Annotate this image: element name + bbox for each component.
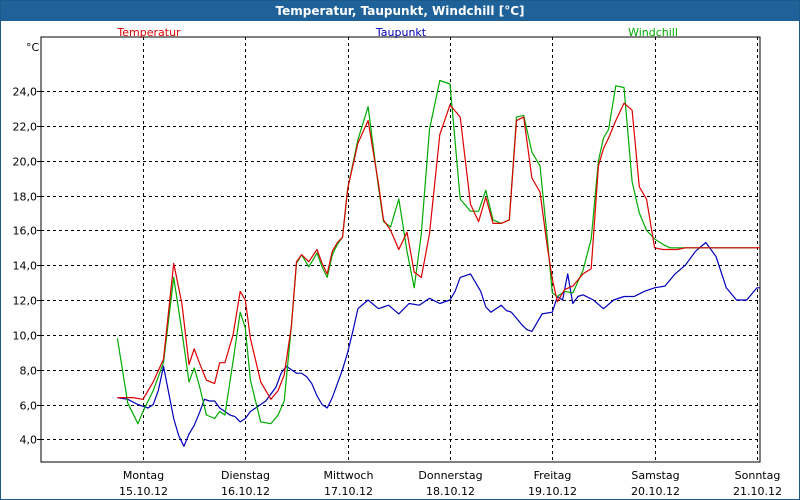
x-tick-date-label: 21.10.12	[733, 485, 782, 498]
y-tick-label: 22,0	[13, 121, 38, 134]
y-tick-label: 10,0	[13, 330, 38, 343]
x-tick-day-label: Montag	[123, 469, 164, 482]
series-line-taupunkt	[117, 241, 760, 447]
y-tick-label: 6,0	[20, 400, 38, 413]
x-tick-day-label: Mittwoch	[324, 469, 374, 482]
x-tick-date-label: 20.10.12	[631, 485, 680, 498]
y-tick-label: 14,0	[13, 260, 38, 273]
legend-temperatur: Temperatur	[116, 26, 181, 39]
x-tick-date-label: 18.10.12	[426, 485, 475, 498]
y-tick-label: 4,0	[20, 434, 38, 447]
x-tick-date-label: 15.10.12	[119, 485, 168, 498]
chart-canvas: 4,0 6,0 8,0 10,0 12,0 14,0 16,0 18,0 20,0 22,0 24,…	[13, 26, 782, 498]
y-tick-label: 18,0	[13, 191, 38, 204]
y-tick-label: 16,0	[13, 225, 38, 238]
y-tick-label: 12,0	[13, 295, 38, 308]
x-tick-day-label: Dienstag	[221, 469, 270, 482]
chart-window: Temperatur, Taupunkt, Windchill [°C] 4,0…	[0, 0, 800, 500]
x-tick-date-label: 19.10.12	[528, 485, 577, 498]
window-title: Temperatur, Taupunkt, Windchill [°C]	[1, 1, 799, 21]
x-tick-day-label: Freitag	[534, 469, 572, 482]
x-tick-day-label: Donnerstag	[418, 469, 482, 482]
x-tick-date-label: 17.10.12	[324, 485, 373, 498]
legend-taupunkt: Taupunkt	[375, 26, 427, 39]
series-line-temperatur	[117, 102, 760, 400]
y-tick-label: 20,0	[13, 156, 38, 169]
y-axis-unit-label: °C	[26, 41, 40, 54]
x-tick-date-label: 16.10.12	[221, 485, 270, 498]
series-line-windchill	[116, 79, 757, 425]
y-tick-label: 8,0	[20, 365, 38, 378]
y-tick-label: 24,0	[13, 86, 38, 99]
x-tick-day-label: Sonntag	[735, 469, 781, 482]
x-tick-day-label: Samstag	[631, 469, 679, 482]
legend-windchill: Windchill	[628, 26, 678, 39]
